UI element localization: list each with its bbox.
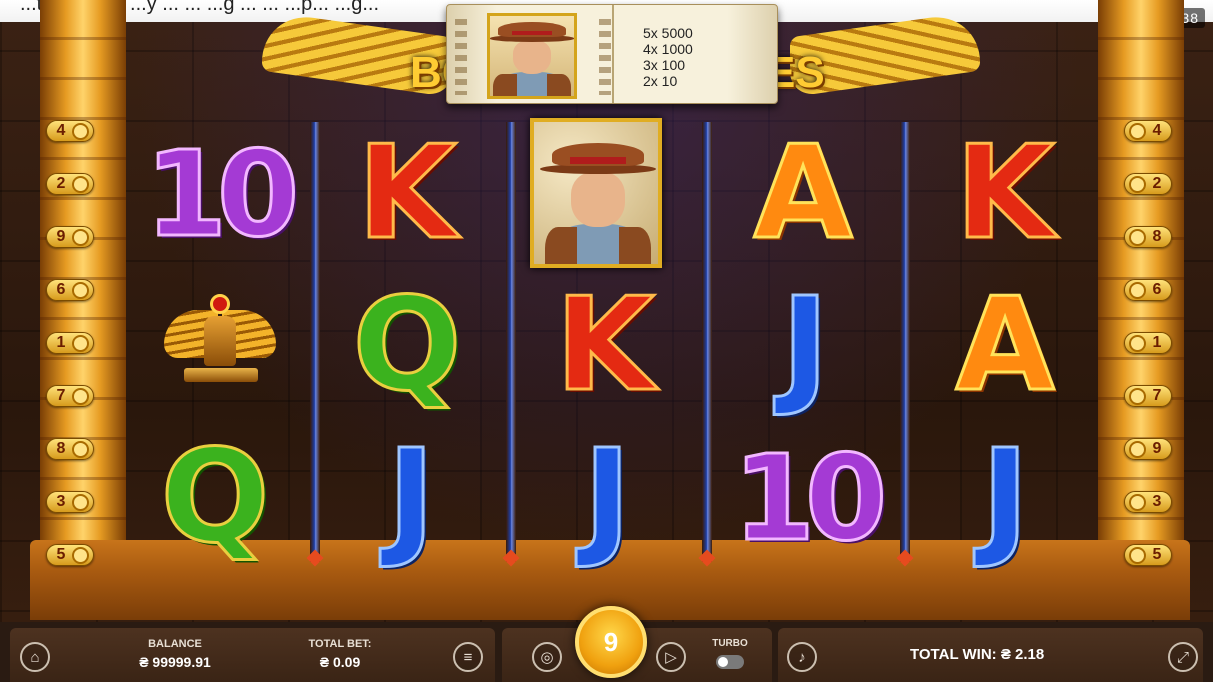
- turbo-toggle[interactable]: [716, 655, 744, 669]
- menu-icon[interactable]: ≡: [453, 642, 483, 672]
- total-bet-value: ₴ 0.09: [319, 654, 361, 670]
- paytable-book: 5x 5000 4x 1000 3x 100 2x 10: [446, 4, 778, 104]
- line-indicator-right-3[interactable]: 8: [1124, 226, 1172, 248]
- fullscreen-icon[interactable]: ⤢: [1168, 642, 1198, 672]
- reel-2-symbol-1: K: [356, 119, 458, 268]
- reel-5-symbol-2: A: [954, 271, 1056, 420]
- paytable-values: 5x 5000 4x 1000 3x 100 2x 10: [643, 25, 693, 89]
- reel-5-symbol-1: K: [954, 119, 1056, 268]
- line-indicator-left-1[interactable]: 4: [46, 120, 94, 142]
- line-indicator-right-6[interactable]: 7: [1124, 385, 1172, 407]
- panel-balance-bet: [10, 628, 495, 682]
- reel-3-symbol-1-explorer: [530, 118, 662, 268]
- pay-4x: 4x 1000: [643, 41, 693, 57]
- reel-separator-1: [310, 122, 320, 562]
- line-indicator-right-1[interactable]: 4: [1124, 120, 1172, 142]
- pay-3x: 3x 100: [643, 57, 686, 73]
- reel-2-symbol-2: Q: [351, 271, 463, 420]
- reel-1-symbol-1: 10: [143, 125, 300, 263]
- line-indicator-right-2[interactable]: 2: [1124, 173, 1172, 195]
- balance-label: BALANCE: [148, 638, 202, 650]
- line-indicator-left-6[interactable]: 7: [46, 385, 94, 407]
- line-indicator-left-5[interactable]: 1: [46, 332, 94, 354]
- reel-4-symbol-1: A: [752, 119, 854, 268]
- line-indicator-right-7[interactable]: 9: [1124, 438, 1172, 460]
- autoplay-icon[interactable]: ▷: [656, 642, 686, 672]
- reel-1-symbol-3: Q: [159, 423, 271, 572]
- logo-right: ES: [760, 10, 980, 98]
- pay-5x: 5x 5000: [643, 25, 693, 41]
- reel-separator-2: [506, 122, 516, 562]
- sound-icon[interactable]: ♪: [787, 642, 817, 672]
- line-indicator-left-2[interactable]: 2: [46, 173, 94, 195]
- balance-value: ₴ 99999.91: [139, 654, 211, 670]
- reel-separator-4: [900, 122, 910, 562]
- book-spine: [612, 5, 614, 103]
- total-bet-label: TOTAL BET:: [308, 638, 372, 650]
- reel-1-symbol-2-goddess: [160, 290, 280, 390]
- coins-icon[interactable]: ◎: [532, 642, 562, 672]
- line-indicator-right-5[interactable]: 1: [1124, 332, 1172, 354]
- line-indicator-left-8[interactable]: 3: [46, 491, 94, 513]
- line-indicator-right-8[interactable]: 3: [1124, 491, 1172, 513]
- reel-2-symbol-3: J: [386, 423, 437, 572]
- spin-button[interactable]: 9: [575, 606, 647, 678]
- line-indicator-left-7[interactable]: 8: [46, 438, 94, 460]
- reel-4-symbol-3: 10: [731, 429, 888, 567]
- home-icon[interactable]: ⌂: [20, 642, 50, 672]
- turbo-label: TURBO: [712, 638, 748, 649]
- spin-lines-count: 9: [603, 626, 619, 657]
- reel-separator-3: [702, 122, 712, 562]
- total-win: TOTAL WIN: ₴ 2.18: [910, 646, 1045, 663]
- reel-3-symbol-3: J: [582, 423, 633, 572]
- hieroglyph-strip-right: [599, 19, 611, 95]
- reel-4-symbol-2: J: [780, 271, 831, 420]
- line-indicator-left-4[interactable]: 6: [46, 279, 94, 301]
- line-indicator-right-4[interactable]: 6: [1124, 279, 1172, 301]
- reel-5-symbol-3: J: [980, 423, 1031, 572]
- line-indicator-left-9[interactable]: 5: [46, 544, 94, 566]
- paytable-explorer-portrait: [487, 13, 577, 99]
- hieroglyph-strip-left: [455, 19, 467, 95]
- pay-2x: 2x 10: [643, 73, 678, 89]
- reel-3-symbol-2: K: [554, 271, 656, 420]
- line-indicator-left-3[interactable]: 9: [46, 226, 94, 248]
- line-indicator-right-9[interactable]: 5: [1124, 544, 1172, 566]
